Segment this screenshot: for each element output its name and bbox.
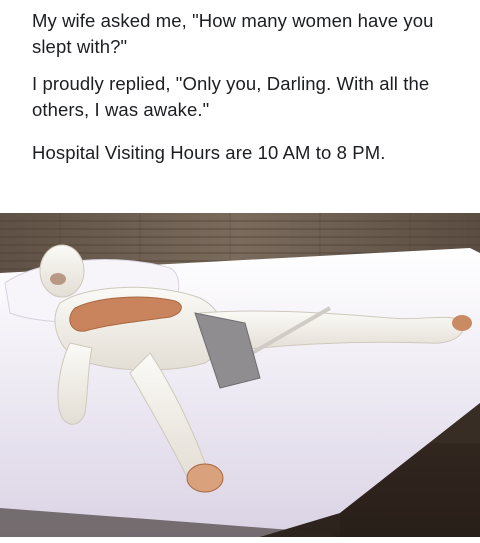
meme-photo: [0, 213, 480, 543]
meme-caption: My wife asked me, "How many women have y…: [32, 8, 472, 166]
caption-punchline: I proudly replied, "Only you, Darling. W…: [32, 73, 430, 120]
caption-visiting-hours: Hospital Visiting Hours are 10 AM to 8 P…: [32, 142, 386, 163]
bottom-border: [0, 537, 480, 543]
meme-post: My wife asked me, "How many women have y…: [0, 0, 480, 543]
caption-question: My wife asked me, "How many women have y…: [32, 10, 434, 57]
